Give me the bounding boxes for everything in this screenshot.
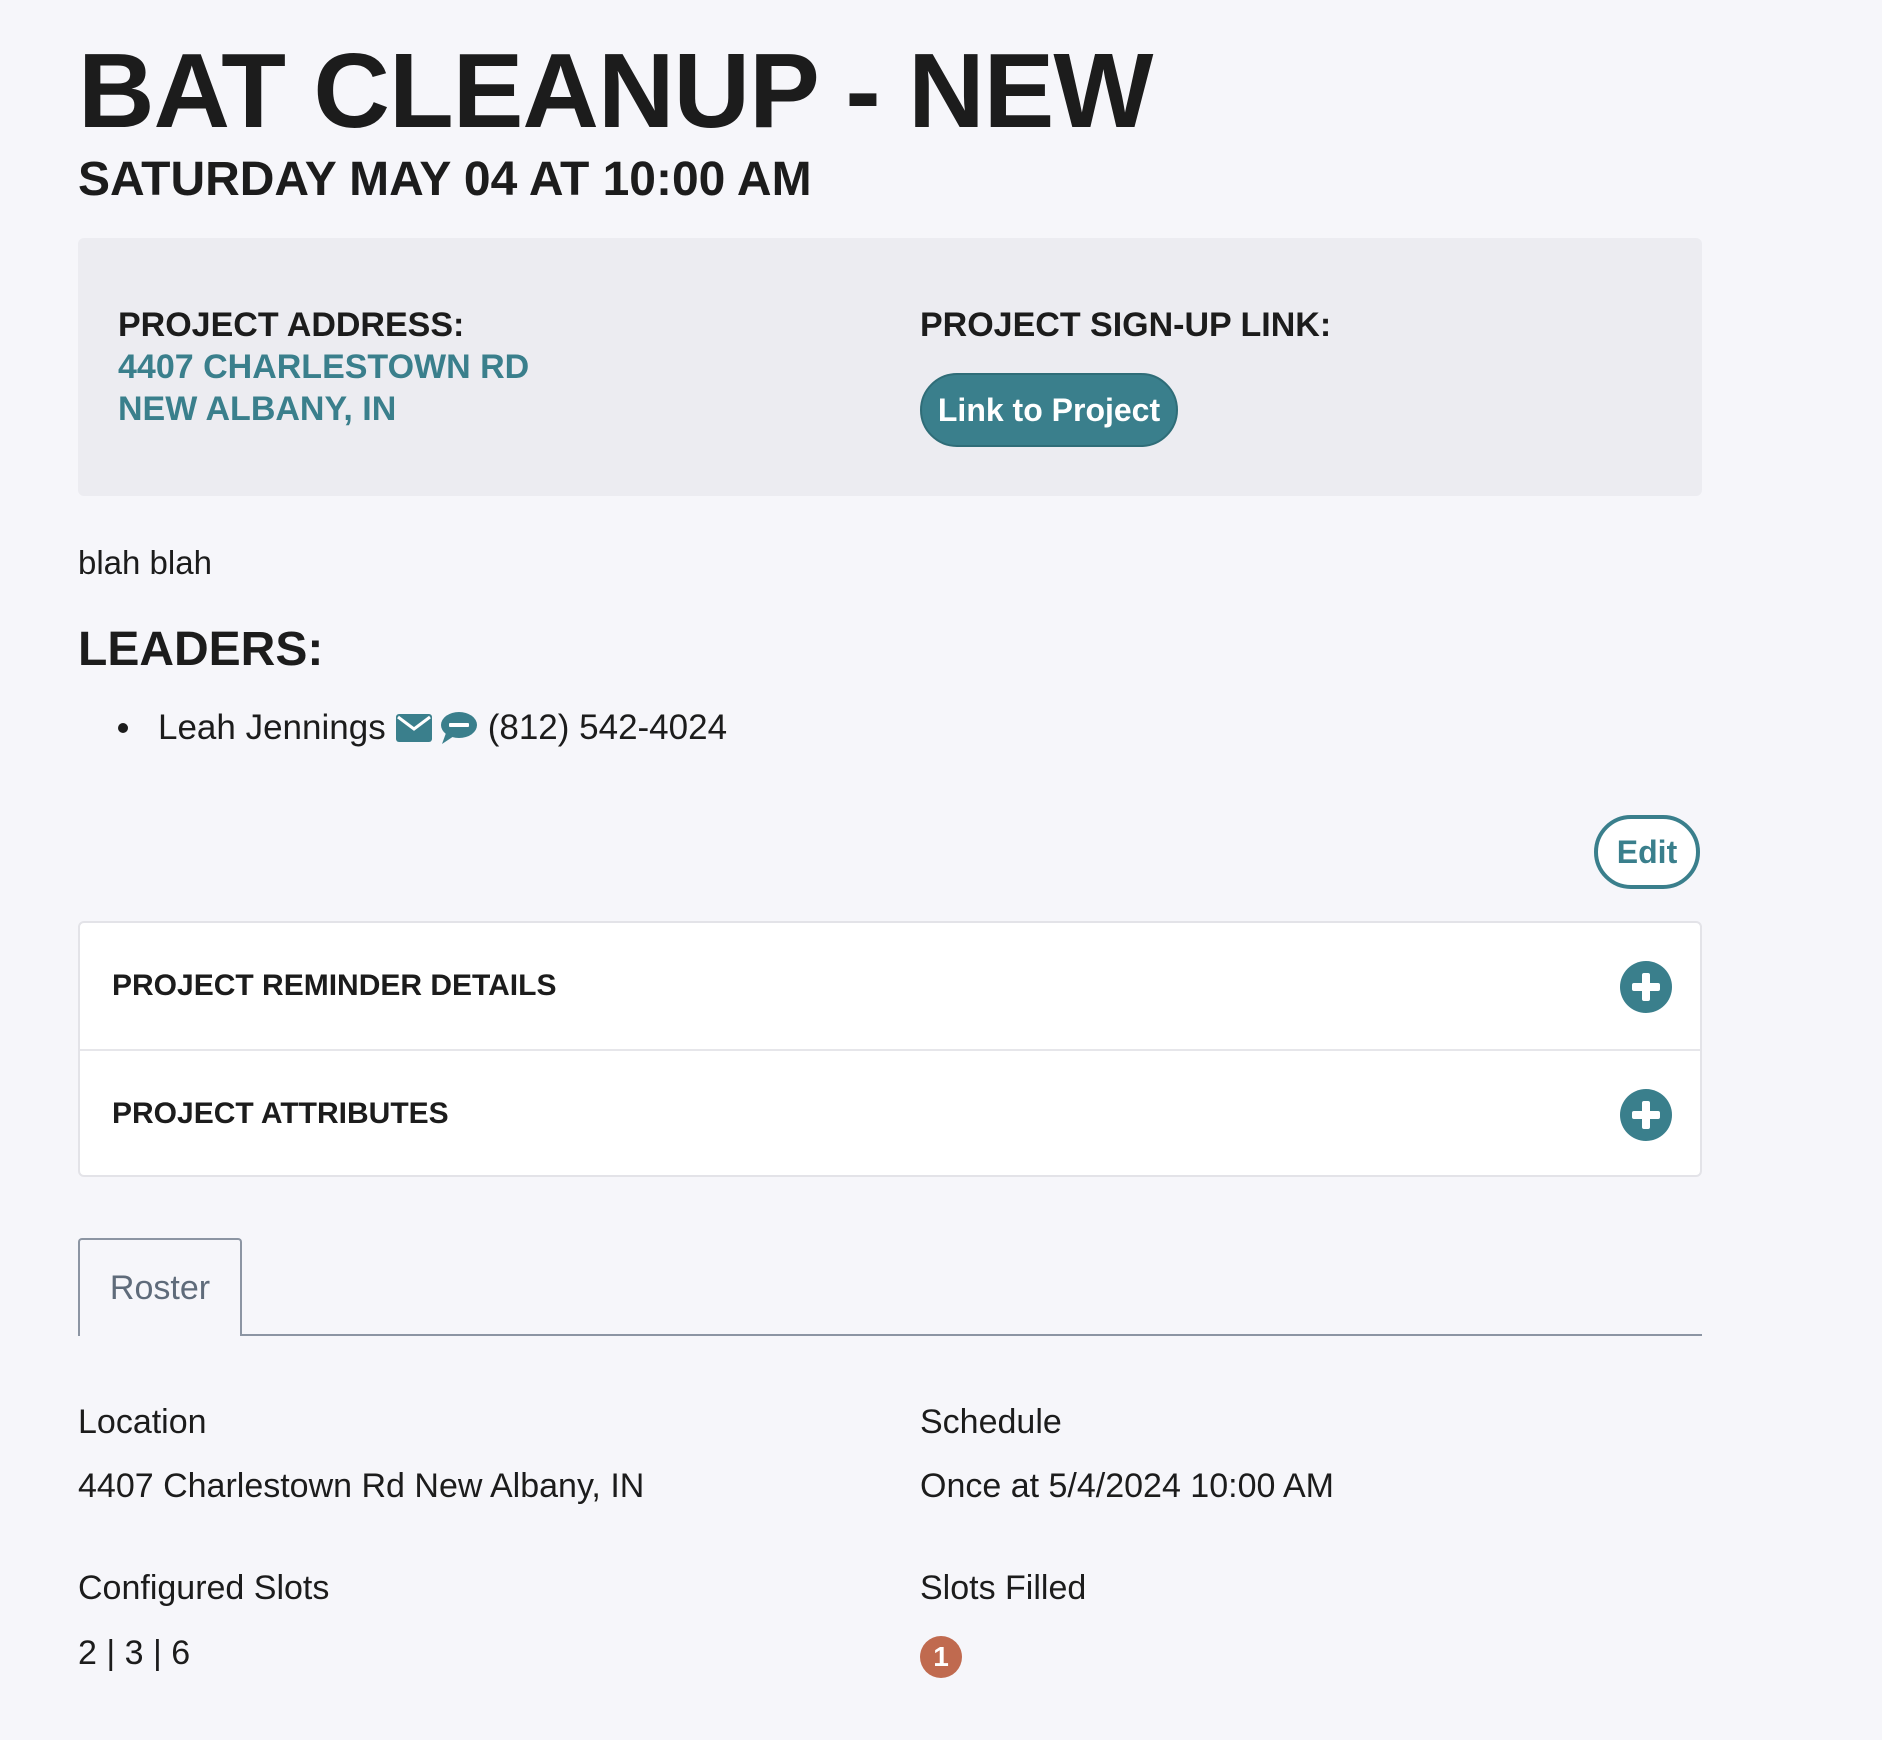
- schedule-label: Schedule: [920, 1403, 1062, 1441]
- accordion-item-attributes[interactable]: PROJECT ATTRIBUTES: [80, 1049, 1700, 1177]
- project-accordion: PROJECT REMINDER DETAILS PROJECT ATTRIBU…: [78, 921, 1702, 1177]
- edit-button[interactable]: Edit: [1594, 815, 1700, 889]
- accordion-title: PROJECT ATTRIBUTES: [112, 1097, 449, 1130]
- location-label: Location: [78, 1403, 207, 1441]
- page-subtitle-datetime: SATURDAY MAY 04 AT 10:00 AM: [78, 153, 812, 206]
- leader-name: Leah Jennings: [158, 708, 386, 747]
- project-address-line1-link[interactable]: 4407 CHARLESTOWN RD: [118, 348, 529, 387]
- page-title: BAT CLEANUP - NEW: [78, 32, 1153, 150]
- bullet-dot: [118, 723, 128, 733]
- project-signup-label: PROJECT SIGN-UP LINK:: [920, 306, 1332, 344]
- tab-bar-divider: [78, 1334, 1702, 1336]
- schedule-value: Once at 5/4/2024 10:00 AM: [920, 1467, 1334, 1505]
- sms-icon[interactable]: [440, 711, 478, 745]
- configured-slots-label: Configured Slots: [78, 1569, 330, 1607]
- plus-circle-icon[interactable]: [1620, 1089, 1672, 1146]
- configured-slots-value: 2 | 3 | 6: [78, 1634, 191, 1672]
- tab-bar: Roster: [78, 1238, 1702, 1336]
- project-address-line2-link[interactable]: NEW ALBANY, IN: [118, 390, 396, 429]
- envelope-icon[interactable]: [395, 714, 432, 742]
- accordion-title: PROJECT REMINDER DETAILS: [112, 969, 557, 1002]
- leader-phone: (812) 542-4024: [487, 708, 728, 747]
- link-to-project-button[interactable]: Link to Project: [920, 373, 1178, 447]
- project-info-panel: PROJECT ADDRESS: 4407 CHARLESTOWN RD NEW…: [78, 238, 1702, 496]
- plus-circle-icon[interactable]: [1620, 961, 1672, 1018]
- slots-filled-badge[interactable]: 1: [920, 1636, 962, 1678]
- project-address-label: PROJECT ADDRESS:: [118, 306, 465, 344]
- leaders-heading: LEADERS:: [78, 623, 324, 676]
- tab-roster[interactable]: Roster: [78, 1238, 242, 1336]
- slots-filled-label: Slots Filled: [920, 1569, 1087, 1607]
- leader-list-item: Leah Jennings (812) 542-4024: [118, 708, 727, 748]
- location-value: 4407 Charlestown Rd New Albany, IN: [78, 1467, 645, 1505]
- accordion-item-reminder-details[interactable]: PROJECT REMINDER DETAILS: [80, 923, 1700, 1049]
- project-description: blah blah: [78, 544, 212, 581]
